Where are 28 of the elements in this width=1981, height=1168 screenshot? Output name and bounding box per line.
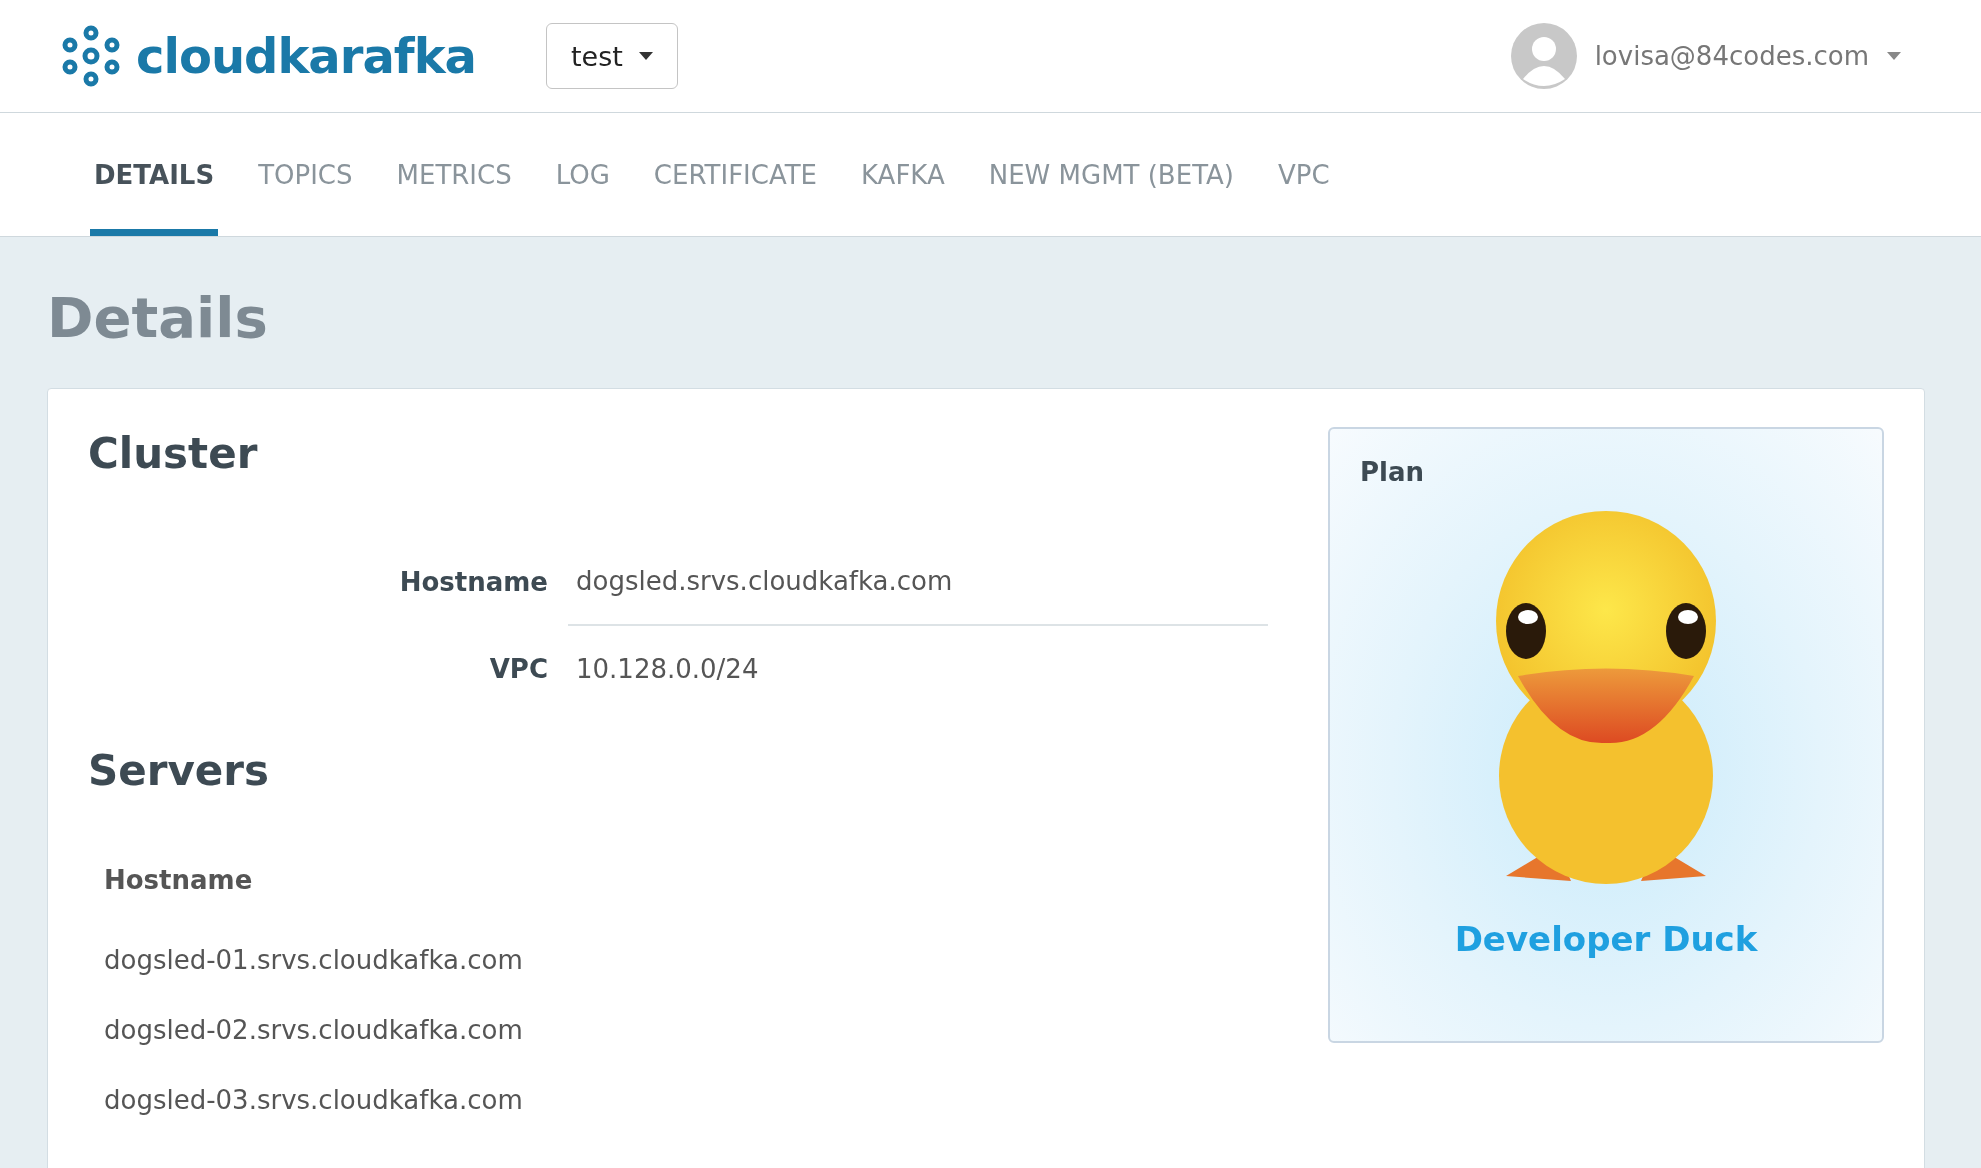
nav-tab[interactable]: CERTIFICATE — [649, 113, 821, 236]
table-cell-text: dogsled-01.srvs.cloudkafka.com — [103, 944, 524, 977]
field-label: Hostname — [398, 567, 548, 597]
nav-tab[interactable]: LOG — [551, 113, 614, 236]
plan-name: Developer Duck — [1454, 919, 1758, 959]
instance-select[interactable]: test — [546, 23, 678, 89]
field-value: dogsled.srvs.cloudkafka.com — [568, 538, 1268, 626]
field-label: VPC — [488, 654, 548, 684]
logo-icon — [60, 25, 122, 87]
nav-tab[interactable]: DETAILS — [90, 113, 219, 236]
section-title: Servers — [88, 746, 271, 795]
column-header: Hostname — [103, 864, 254, 897]
section-title: Cluster — [88, 429, 259, 478]
logo-wordmark: cloudkarafka — [136, 28, 476, 84]
nav-tab[interactable]: KAFKA — [857, 113, 949, 236]
user-menu[interactable]: lovisa@84codes.com — [1594, 41, 1901, 71]
table-cell-text: dogsled-03.srvs.cloudkafka.com — [103, 1084, 524, 1117]
plan-title: Plan — [1360, 457, 1425, 487]
nav-tab[interactable]: METRICS — [392, 113, 516, 236]
nav-tab[interactable]: TOPICS — [254, 113, 357, 236]
nav-tab[interactable]: NEW MGMT (BETA) — [984, 113, 1238, 236]
avatar-icon — [1510, 23, 1577, 89]
caret-icon — [1887, 52, 1901, 60]
page-title: Details — [46, 284, 269, 352]
nav-tab[interactable]: VPC — [1273, 113, 1334, 236]
caret-icon — [638, 52, 653, 60]
table-cell-text: dogsled-02.srvs.cloudkafka.com — [103, 1014, 524, 1047]
field-value: 10.128.0.0/24 — [575, 653, 760, 686]
